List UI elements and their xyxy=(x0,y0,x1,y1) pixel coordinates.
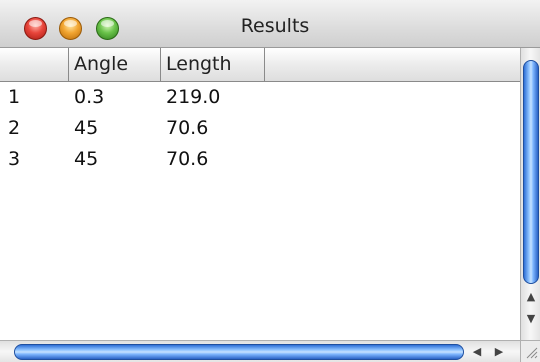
angle-cell: 0.3 xyxy=(74,86,105,108)
arrow-right-icon[interactable]: ▶ xyxy=(490,343,508,361)
table-row[interactable]: 2 45 70.6 xyxy=(0,113,520,144)
table-row[interactable]: 3 45 70.6 xyxy=(0,144,520,175)
table-header: Angle Length xyxy=(0,48,520,82)
resize-grip-icon[interactable] xyxy=(520,340,540,362)
row-index: 1 xyxy=(8,86,21,108)
horizontal-scroll-thumb[interactable] xyxy=(14,344,464,360)
length-cell: 70.6 xyxy=(166,148,209,170)
vertical-scroll-thumb[interactable] xyxy=(523,60,539,284)
length-cell: 70.6 xyxy=(166,117,209,139)
column-header-angle[interactable]: Angle xyxy=(68,48,160,81)
row-index: 3 xyxy=(8,148,21,170)
length-cell: 219.0 xyxy=(166,86,221,108)
angle-cell: 45 xyxy=(74,148,99,170)
table-row[interactable]: 1 0.3 219.0 xyxy=(0,82,520,113)
vertical-scrollbar[interactable]: ▲ ▼ xyxy=(520,48,540,340)
arrow-up-icon[interactable]: ▲ xyxy=(521,288,540,306)
horizontal-scrollbar[interactable]: ◀ ▶ xyxy=(0,340,520,362)
angle-cell: 45 xyxy=(74,117,99,139)
title-bar[interactable]: Results xyxy=(0,0,540,48)
arrow-down-icon[interactable]: ▼ xyxy=(521,310,540,328)
column-header-index[interactable] xyxy=(0,48,68,81)
arrow-left-icon[interactable]: ◀ xyxy=(468,343,486,361)
results-window: Results Angle Length 1 0.3 219.0 2 45 70… xyxy=(0,0,540,362)
column-header-length[interactable]: Length xyxy=(160,48,265,81)
row-index: 2 xyxy=(8,117,21,139)
table-body: 1 0.3 219.0 2 45 70.6 3 45 70.6 xyxy=(0,82,520,340)
window-title: Results xyxy=(240,15,310,37)
